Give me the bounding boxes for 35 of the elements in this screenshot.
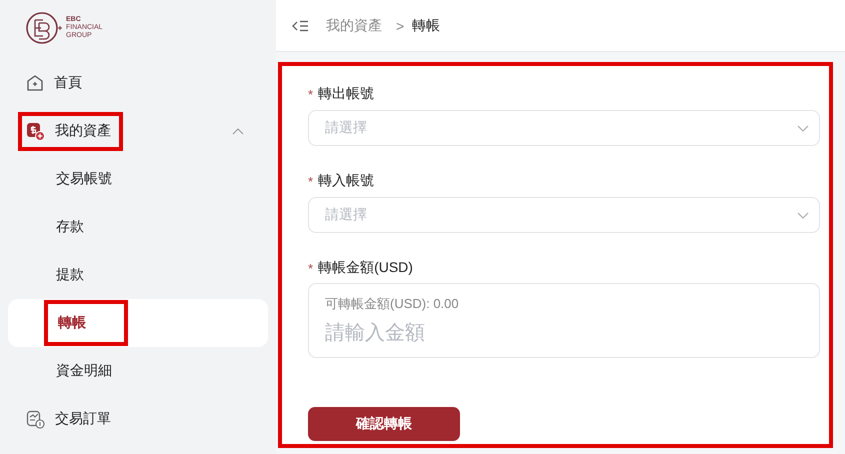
breadcrumb-separator: > [396, 18, 404, 34]
select-placeholder: 請選擇 [325, 119, 367, 137]
submenu-item[interactable]: 交易帳號 [8, 155, 268, 203]
select-placeholder: 請選擇 [325, 206, 367, 224]
breadcrumb-current: 轉帳 [412, 16, 440, 34]
available-amount: 可轉帳金額(USD): 0.00 [325, 295, 460, 313]
nav-item[interactable]: 交易訂單 [8, 395, 268, 443]
field-label: 轉出帳號 [318, 85, 374, 103]
logo-mark-icon [25, 11, 63, 45]
nav-label: 交易訂單 [55, 410, 111, 428]
submenu-label: 存款 [56, 218, 84, 236]
submenu-label: 轉帳 [58, 314, 86, 332]
breadcrumb-link[interactable]: 我的資產 [326, 16, 382, 34]
home-icon [26, 74, 44, 92]
required-mark: * [308, 260, 314, 276]
submenu-label: 提款 [56, 266, 84, 284]
field-label: 轉入帳號 [318, 172, 374, 190]
chevron-down-icon [797, 212, 809, 218]
submenu-item[interactable]: 存款 [8, 203, 268, 251]
submenu-label: 交易帳號 [56, 170, 112, 188]
required-mark: * [308, 86, 314, 102]
nav-item[interactable]: 我的資產 [8, 107, 268, 155]
nav-label: 我的資產 [55, 122, 111, 140]
nav-item[interactable]: 首頁 [8, 59, 268, 107]
amount-input[interactable]: 請輸入金額 [325, 322, 625, 345]
confirm-button[interactable]: 確認轉帳 [308, 407, 460, 441]
submenu-item[interactable]: 轉帳 [8, 299, 268, 347]
nav-label: 首頁 [54, 74, 82, 92]
submenu-label: 資金明細 [56, 362, 112, 380]
submenu-item[interactable]: 資金明細 [8, 347, 268, 395]
submenu-item[interactable]: 提款 [8, 251, 268, 299]
required-mark: * [308, 174, 314, 188]
chevron-down-icon [797, 124, 809, 132]
chart-coin-icon [26, 410, 45, 428]
field-label: 轉帳金額(USD) [318, 259, 413, 277]
